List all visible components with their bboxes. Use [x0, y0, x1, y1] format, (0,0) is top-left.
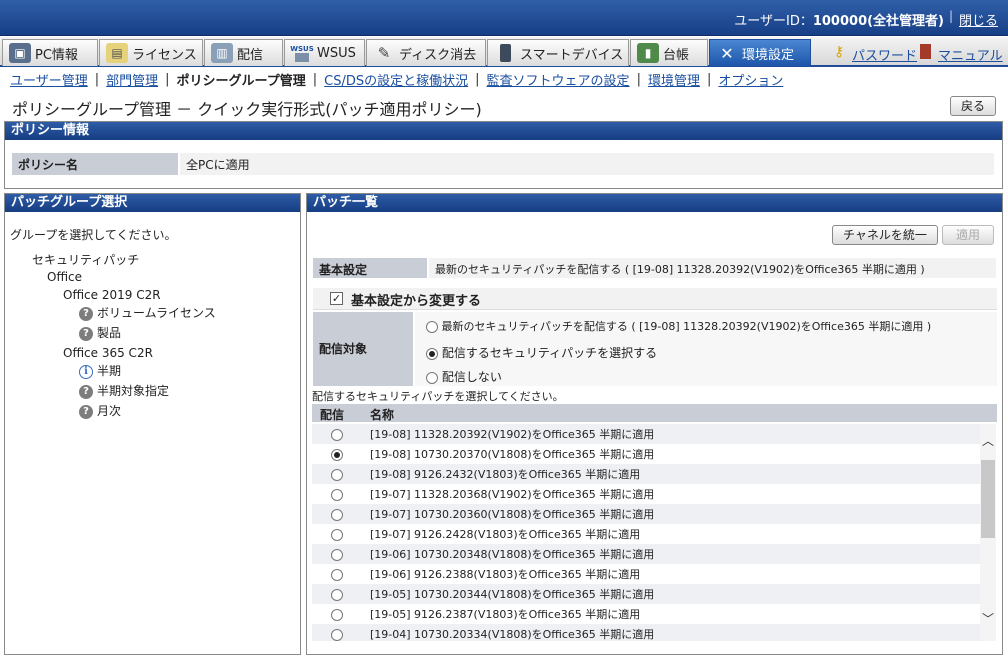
radio-select[interactable] [426, 347, 438, 360]
top-bar: ユーザーID：100000(全社管理者) | 閉じる [0, 0, 1008, 36]
patch-table-header: 配信 名称 [312, 404, 997, 422]
key-icon: ⚷ [834, 44, 845, 60]
patch-list-scrollbar[interactable]: ︿ ﹀ [980, 424, 996, 641]
manual-link[interactable]: マニュアル [938, 45, 1003, 64]
policy-name-value: 全PCに適用 [180, 153, 994, 175]
basic-setting-value: 最新のセキュリティパッチを配信する ( [19-08] 11328.20392(… [429, 258, 996, 278]
license-icon: ▤ [106, 43, 128, 63]
tree-volume-license[interactable]: ? ボリュームライセンス [79, 304, 216, 321]
delivery-target-label: 配信対象 [313, 312, 413, 386]
patch-radio[interactable] [331, 608, 343, 621]
subnav-options[interactable]: オプション [718, 70, 783, 89]
apply-button[interactable]: 適用 [942, 225, 994, 245]
main-tab-bar: ▣ PC情報 ▤ ライセンス ▥ 配信 WSUS WSUS ✎ ディスク消去 ス… [0, 37, 1008, 67]
question-icon: ? [79, 306, 93, 321]
patch-radio[interactable] [331, 588, 343, 601]
patch-radio[interactable] [331, 448, 343, 461]
table-row[interactable]: [19-06] 9126.2388(V1803)をOffice365 半期に適用 [312, 564, 980, 584]
tab-wsus[interactable]: WSUS WSUS [284, 39, 365, 66]
unify-channel-button[interactable]: チャネルを統一 [832, 225, 938, 245]
patch-radio[interactable] [331, 488, 343, 501]
table-row[interactable]: [19-05] 9126.2387(V1803)をOffice365 半期に適用 [312, 604, 980, 624]
patch-radio[interactable] [331, 468, 343, 481]
policy-name-label: ポリシー名 [12, 153, 178, 175]
smart-device-icon [494, 43, 516, 63]
radio-latest[interactable] [426, 321, 438, 333]
option-select[interactable]: 配信するセキュリティパッチを選択する [426, 344, 657, 361]
tab-settings[interactable]: ✕ 環境設定 [709, 39, 811, 66]
policy-info-header: ポリシー情報 [5, 122, 1002, 140]
back-button[interactable]: 戻る [950, 96, 996, 116]
tab-pc-info[interactable]: ▣ PC情報 [2, 39, 98, 66]
sub-navigation: ユーザー管理 | 部門管理 | ポリシーグループ管理 | CS/DSの設定と稼働… [10, 70, 784, 89]
table-row[interactable]: [19-08] 10730.20370(V1808)をOffice365 半期に… [312, 444, 980, 464]
table-row[interactable]: [19-08] 9126.2432(V1803)をOffice365 半期に適用 [312, 464, 980, 484]
book-icon [920, 44, 931, 59]
wsus-icon: WSUS [290, 43, 314, 63]
change-from-basic-label: 基本設定から変更する [351, 294, 482, 309]
header-separator: | [948, 9, 953, 23]
tab-ledger[interactable]: ▮ 台帳 [630, 39, 708, 66]
scroll-up-icon[interactable]: ︿ [980, 432, 996, 448]
tree-security-patch[interactable]: セキュリティパッチ [32, 251, 139, 268]
question-icon: ? [79, 326, 93, 341]
scroll-down-icon[interactable]: ﹀ [980, 610, 996, 626]
patch-radio[interactable] [331, 568, 343, 581]
tree-half-year-target[interactable]: ? 半期対象指定 [79, 382, 169, 399]
tab-distribution[interactable]: ▥ 配信 [204, 39, 283, 66]
patch-group-header: パッチグループ選択 [5, 194, 300, 212]
subnav-audit-software[interactable]: 監査ソフトウェアの設定 [487, 70, 630, 89]
question-icon: ? [79, 404, 93, 419]
option-none[interactable]: 配信しない [426, 368, 502, 385]
user-id-display: ユーザーID：100000(全社管理者) [734, 14, 944, 29]
col-name: 名称 [370, 408, 395, 422]
table-row[interactable]: [19-07] 11328.20368(V1902)をOffice365 半期に… [312, 484, 980, 504]
ledger-icon: ▮ [637, 43, 659, 63]
info-icon: i [79, 364, 93, 379]
tab-license[interactable]: ▤ ライセンス [99, 39, 203, 66]
patch-radio[interactable] [331, 508, 343, 521]
settings-icon: ✕ [720, 43, 734, 63]
tree-product[interactable]: ? 製品 [79, 324, 121, 341]
table-row[interactable]: [19-05] 10730.20344(V1808)をOffice365 半期に… [312, 584, 980, 604]
scroll-thumb[interactable] [981, 460, 995, 538]
subnav-cs-ds-settings[interactable]: CS/DSの設定と稼働状況 [324, 70, 468, 89]
distribution-icon: ▥ [211, 43, 233, 63]
table-row[interactable]: [19-06] 10730.20348(V1808)をOffice365 半期に… [312, 544, 980, 564]
tree-monthly[interactable]: ? 月次 [79, 402, 121, 419]
disk-erase-icon: ✎ [377, 44, 391, 62]
table-row[interactable]: [19-04] 10730.20334(V1808)をOffice365 半期に… [312, 624, 980, 641]
question-icon: ? [79, 384, 93, 399]
patch-radio[interactable] [331, 628, 343, 641]
table-row[interactable]: [19-07] 10730.20360(V1808)をOffice365 半期に… [312, 504, 980, 524]
change-from-basic-checkbox[interactable]: ✓ [330, 292, 343, 305]
table-row[interactable]: [19-08] 11328.20392(V1902)をOffice365 半期に… [312, 424, 980, 444]
patch-radio[interactable] [331, 428, 343, 441]
pc-icon: ▣ [9, 43, 31, 63]
subnav-user-management[interactable]: ユーザー管理 [10, 70, 88, 89]
patch-table-body: [19-08] 11328.20392(V1902)をOffice365 半期に… [312, 424, 997, 641]
tree-office[interactable]: Office [47, 270, 82, 284]
option-latest[interactable]: 最新のセキュリティパッチを配信する ( [19-08] 11328.20392(… [426, 318, 931, 334]
password-link[interactable]: パスワード [852, 45, 917, 64]
group-instruction: グループを選択してください。 [10, 228, 177, 242]
tree-office-2019-c2r[interactable]: Office 2019 C2R [63, 288, 161, 302]
radio-none[interactable] [426, 371, 438, 384]
tree-half-year[interactable]: i 半期 [79, 362, 121, 379]
tab-smart-device[interactable]: スマートデバイス [487, 39, 629, 66]
subnav-policy-group-management: ポリシーグループ管理 [176, 73, 306, 89]
tree-office-365-c2r[interactable]: Office 365 C2R [63, 346, 153, 360]
col-deliver: 配信 [320, 408, 345, 422]
page-title: ポリシーグループ管理 － クイック実行形式(パッチ適用ポリシー) [12, 100, 482, 119]
patch-radio[interactable] [331, 548, 343, 561]
subnav-department-management[interactable]: 部門管理 [106, 70, 158, 89]
table-row[interactable]: [19-07] 9126.2428(V1803)をOffice365 半期に適用 [312, 524, 980, 544]
basic-setting-label: 基本設定 [313, 258, 427, 278]
tab-disk-erase[interactable]: ✎ ディスク消去 [366, 39, 486, 66]
patch-radio[interactable] [331, 528, 343, 541]
subnav-environment[interactable]: 環境管理 [648, 70, 700, 89]
close-link[interactable]: 閉じる [959, 10, 998, 29]
patch-list-header: パッチ一覧 [307, 194, 1002, 212]
patch-list-instruction: 配信するセキュリティパッチを選択してください。 [312, 390, 564, 403]
